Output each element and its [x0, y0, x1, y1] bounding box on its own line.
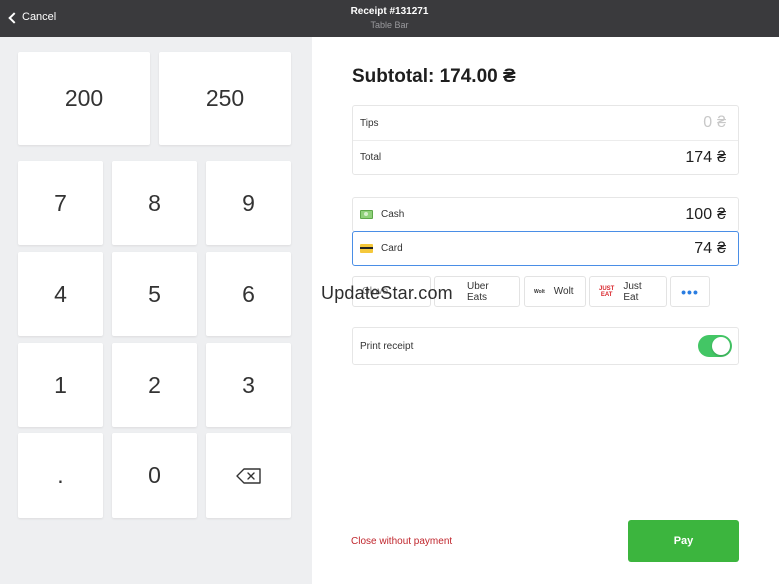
cash-icon: [360, 210, 373, 219]
key-3[interactable]: 3: [206, 343, 291, 427]
cash-row[interactable]: Cash 100 ₴: [352, 197, 739, 232]
cash-label: Cash: [381, 209, 405, 220]
quick-amount-250[interactable]: 250: [159, 52, 291, 145]
card-icon: [360, 244, 373, 253]
key-8[interactable]: 8: [112, 161, 197, 245]
quick-amount-200[interactable]: 200: [18, 52, 150, 145]
backspace-button[interactable]: [206, 433, 291, 518]
method-uber-eats[interactable]: Uber Eats: [434, 276, 520, 307]
key-6[interactable]: 6: [206, 252, 291, 336]
header-bar: Cancel Receipt #131271 Table Bar: [0, 0, 779, 37]
print-receipt-row: Print receipt: [352, 327, 739, 365]
tips-value[interactable]: 0 ₴: [703, 114, 726, 132]
method-glovo-label: Glovo: [362, 286, 389, 297]
key-0[interactable]: 0: [112, 433, 197, 518]
method-uber-eats-label: Uber Eats: [467, 280, 489, 303]
key-1[interactable]: 1: [18, 343, 103, 427]
key-2[interactable]: 2: [112, 343, 197, 427]
print-receipt-toggle[interactable]: [698, 335, 732, 357]
total-value: 174 ₴: [685, 148, 726, 166]
subtotal-heading: Subtotal: 174.00 ₴: [352, 66, 516, 87]
backspace-icon: [235, 467, 261, 484]
method-just-eat-label: Just Eat: [623, 280, 642, 303]
receipt-title: Receipt #131271: [350, 6, 429, 17]
toggle-knob: [712, 337, 730, 355]
table-name: Table Bar: [370, 20, 409, 30]
just-eat-logo-icon: JUST EAT: [599, 285, 615, 298]
method-wolt[interactable]: Wolt Wolt: [524, 276, 586, 307]
card-row[interactable]: Card 74 ₴: [352, 231, 739, 266]
tips-label: Tips: [360, 117, 379, 129]
method-glovo[interactable]: Glovo: [352, 276, 431, 307]
more-methods-button[interactable]: •••: [670, 276, 710, 307]
method-wolt-label: Wolt: [553, 286, 574, 297]
key-5[interactable]: 5: [112, 252, 197, 336]
card-label: Card: [381, 243, 403, 254]
close-without-payment-link[interactable]: Close without payment: [351, 536, 452, 547]
key-4[interactable]: 4: [18, 252, 103, 336]
print-receipt-label: Print receipt: [360, 340, 414, 352]
card-value[interactable]: 74 ₴: [694, 240, 726, 258]
wolt-logo-icon: Wolt: [534, 288, 545, 295]
pay-button[interactable]: Pay: [628, 520, 739, 562]
total-row: Total 174 ₴: [353, 140, 738, 174]
more-dots-icon: •••: [681, 283, 699, 300]
method-just-eat[interactable]: JUST EAT Just Eat: [589, 276, 667, 307]
total-label: Total: [360, 152, 382, 163]
keypad-panel: 200 250 7 8 9 4 5 6 1 2 3 . 0: [0, 37, 312, 584]
tips-row[interactable]: Tips 0 ₴: [353, 106, 738, 140]
key-9[interactable]: 9: [206, 161, 291, 245]
totals-box: Tips 0 ₴ Total 174 ₴: [352, 105, 739, 175]
cash-value[interactable]: 100 ₴: [685, 206, 726, 224]
key-decimal[interactable]: .: [18, 433, 103, 518]
key-7[interactable]: 7: [18, 161, 103, 245]
